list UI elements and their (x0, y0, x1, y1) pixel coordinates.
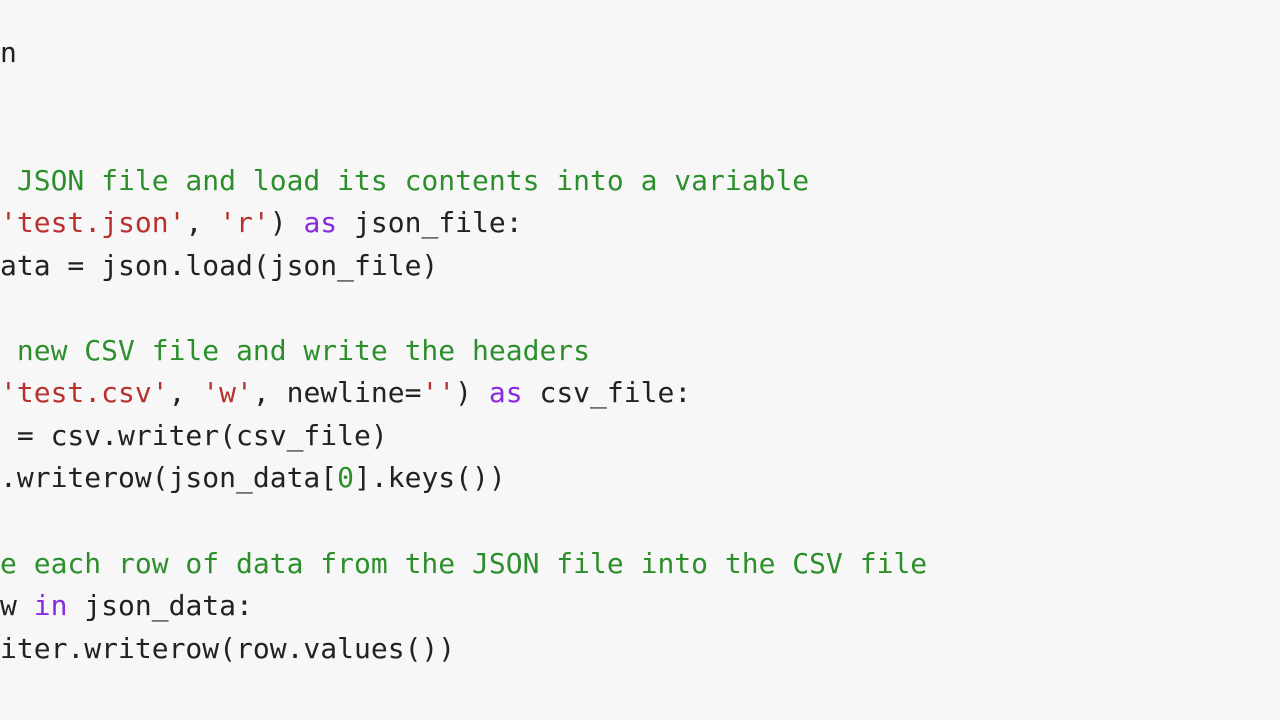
code-line (0, 500, 1280, 543)
code-token: json_data: (67, 589, 252, 622)
code-line: e each row of data from the JSON file in… (0, 543, 1280, 586)
code-line (0, 287, 1280, 330)
code-line: JSON file and load its contents into a v… (0, 160, 1280, 203)
code-line: n (0, 32, 1280, 75)
code-token: ].keys()) (354, 461, 506, 494)
code-line (0, 117, 1280, 160)
code-token: .writerow(json_data[ (0, 461, 337, 494)
code-line (0, 75, 1280, 118)
code-token: new CSV file and write the headers (0, 334, 590, 367)
code-line: = csv.writer(csv_file) (0, 415, 1280, 458)
code-token: csv_file: (523, 376, 692, 409)
code-token: , (185, 206, 219, 239)
code-token: e each row of data from the JSON file in… (0, 547, 927, 580)
code-token: JSON file and load its contents into a v… (0, 164, 809, 197)
code-token: , newline= (253, 376, 422, 409)
code-token: n (0, 36, 17, 69)
code-token: ) (455, 376, 489, 409)
code-line: new CSV file and write the headers (0, 330, 1280, 373)
code-token: as (303, 206, 337, 239)
code-token: 0 (337, 461, 354, 494)
code-token: 'w' (202, 376, 253, 409)
code-block: n JSON file and load its contents into a… (0, 32, 1280, 670)
code-token: in (34, 589, 68, 622)
code-token: 'test.json' (0, 206, 185, 239)
code-token: w (0, 589, 34, 622)
code-token: , (169, 376, 203, 409)
code-token: ) (270, 206, 304, 239)
code-token: '' (421, 376, 455, 409)
code-line: ata = json.load(json_file) (0, 245, 1280, 288)
code-token: 'test.csv' (0, 376, 169, 409)
code-line: w in json_data: (0, 585, 1280, 628)
code-token: iter.writerow(row.values()) (0, 632, 455, 665)
code-token: as (489, 376, 523, 409)
code-token: json_file: (337, 206, 522, 239)
code-token: ata = json.load(json_file) (0, 249, 438, 282)
code-token: 'r' (219, 206, 270, 239)
code-token: = csv.writer(csv_file) (0, 419, 388, 452)
code-line: 'test.csv', 'w', newline='') as csv_file… (0, 372, 1280, 415)
code-line: iter.writerow(row.values()) (0, 628, 1280, 671)
code-line: 'test.json', 'r') as json_file: (0, 202, 1280, 245)
code-line: .writerow(json_data[0].keys()) (0, 457, 1280, 500)
